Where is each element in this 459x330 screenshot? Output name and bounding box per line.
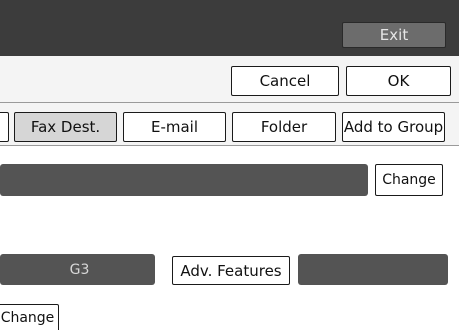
exit-button[interactable]: Exit: [342, 22, 446, 48]
cancel-button[interactable]: Cancel: [231, 66, 339, 96]
fax-extra-field: [298, 254, 448, 285]
bottom-change-button[interactable]: Change: [0, 304, 59, 330]
tab-fax-dest[interactable]: Fax Dest.: [14, 112, 117, 142]
tab-folder[interactable]: Folder: [232, 112, 336, 142]
ok-button[interactable]: OK: [346, 66, 451, 96]
name-display-field: [0, 164, 368, 196]
name-change-button[interactable]: Change: [375, 164, 443, 196]
divider: [0, 145, 459, 146]
tab-left-partial[interactable]: [0, 112, 9, 142]
tab-e-mail[interactable]: E-mail: [123, 112, 226, 142]
adv-features-button[interactable]: Adv. Features: [172, 256, 290, 285]
fax-mode-field[interactable]: G3: [0, 254, 155, 285]
tab-add-to-group[interactable]: Add to Group: [342, 112, 445, 142]
